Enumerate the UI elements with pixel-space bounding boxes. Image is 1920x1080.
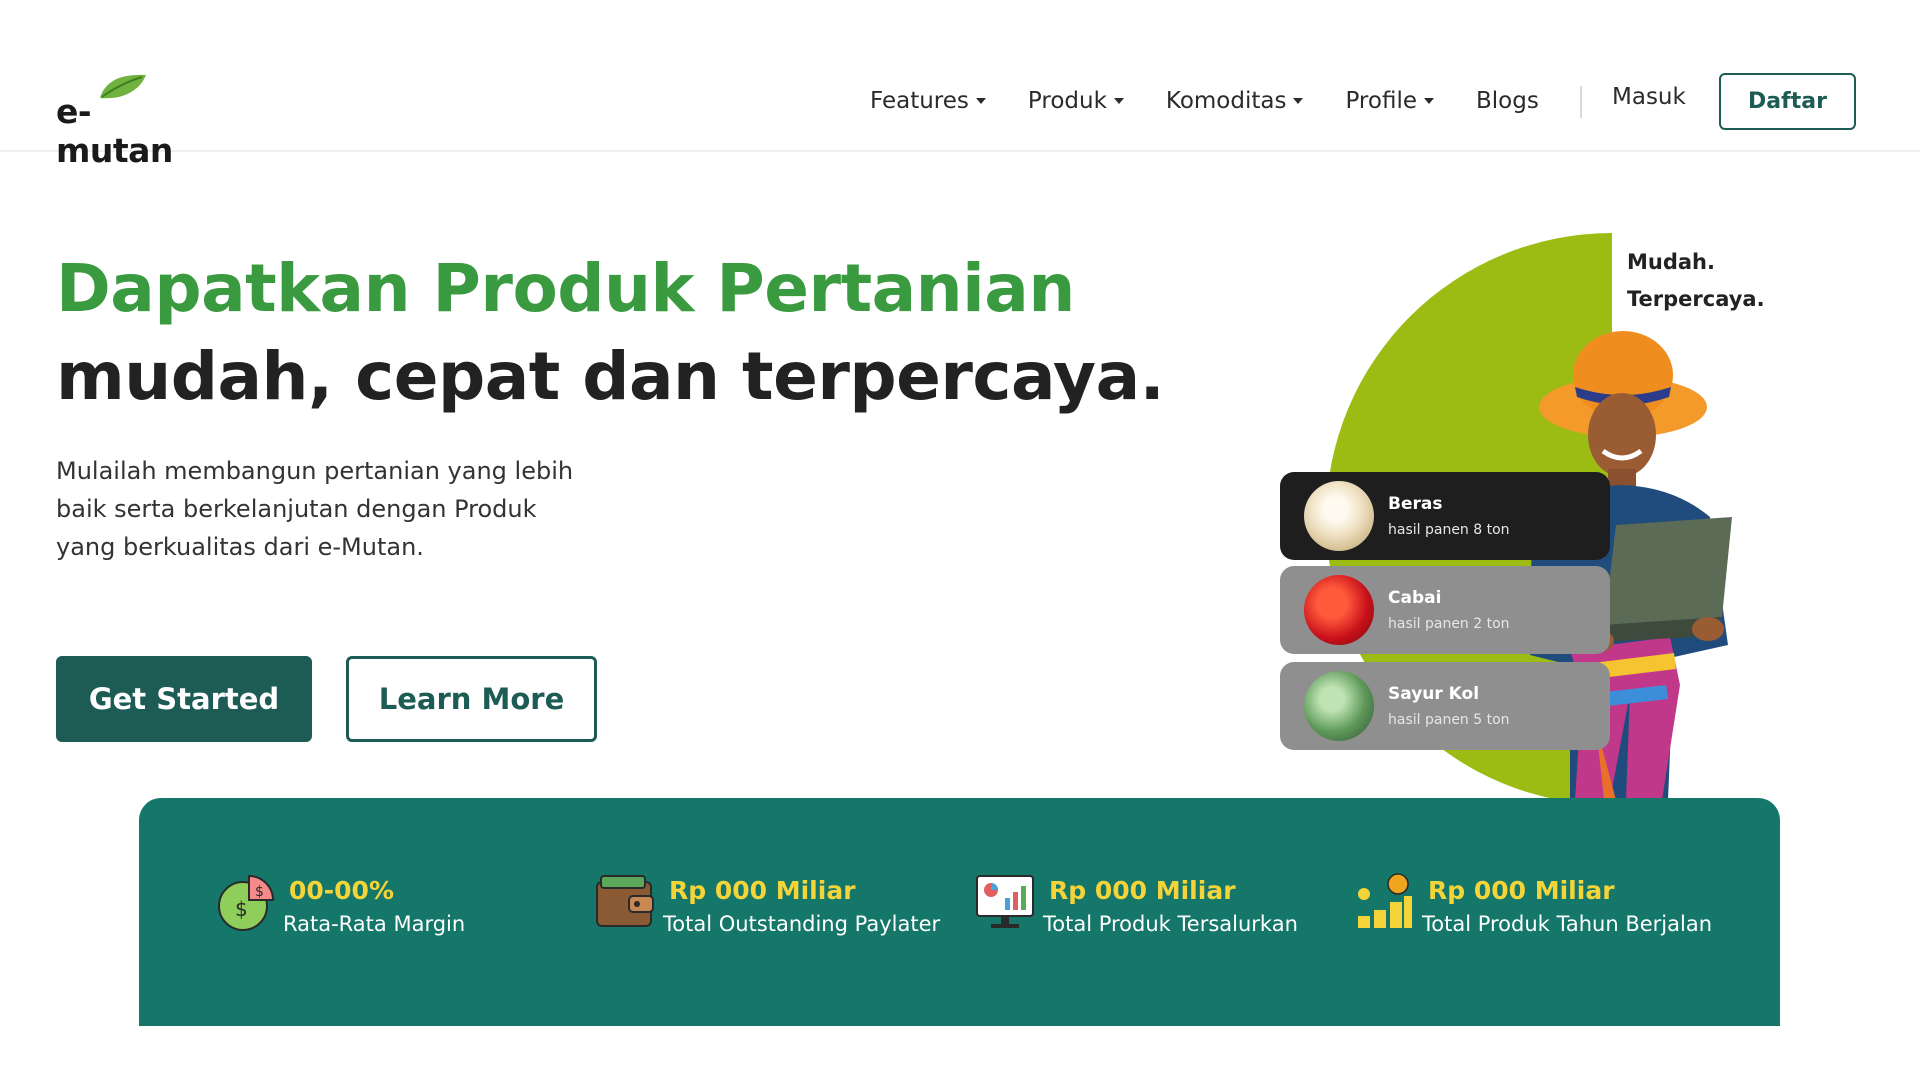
hero-tagline: Mudah. Terpercaya. xyxy=(1627,244,1765,318)
tagline-line: Terpercaya. xyxy=(1627,287,1765,311)
stat-label: Total Produk Tahun Berjalan xyxy=(1422,912,1713,936)
svg-text:$: $ xyxy=(235,897,248,921)
harvest-card-beras: Beras hasil panen 8 ton xyxy=(1280,472,1610,560)
nav-item-label: Komoditas xyxy=(1165,88,1287,114)
coin-stack-growth-icon xyxy=(1358,873,1412,928)
nav-item-label: Profile xyxy=(1345,88,1417,114)
caret-down-icon xyxy=(975,98,986,104)
hero-title: mudah, cepat dan terpercaya. xyxy=(56,338,1165,415)
nav-item-blogs[interactable]: Blogs xyxy=(1476,88,1539,114)
harvest-amount: hasil panen 2 ton xyxy=(1388,616,1510,632)
svg-text:$: $ xyxy=(255,884,264,900)
wallet-icon xyxy=(596,875,654,927)
main-nav: Features Produk Komoditas Profile Blogs xyxy=(870,80,1581,122)
cabbage-image xyxy=(1304,671,1374,741)
learn-more-button[interactable]: Learn More xyxy=(346,656,597,742)
stat-label: Rata-Rata Margin xyxy=(283,912,466,936)
chili-image xyxy=(1304,575,1374,645)
nav-item-profile[interactable]: Profile xyxy=(1345,88,1434,114)
stat-label: Total Outstanding Paylater xyxy=(663,912,941,936)
harvest-amount: hasil panen 5 ton xyxy=(1388,712,1510,728)
monitor-chart-icon xyxy=(976,875,1034,928)
login-link[interactable]: Masuk xyxy=(1612,84,1686,110)
stat-value: Rp 000 Miliar xyxy=(669,876,856,905)
nav-item-komoditas[interactable]: Komoditas xyxy=(1166,88,1304,114)
harvest-name: Sayur Kol xyxy=(1388,684,1480,704)
nav-item-label: Produk xyxy=(1027,88,1107,114)
harvest-name: Cabai xyxy=(1388,588,1442,608)
caret-down-icon xyxy=(1113,98,1124,104)
navbar: e-mutan Features Produk Komoditas Profil… xyxy=(0,0,1920,170)
stats-banner: $ $ 00-00% Rata-Rata Margin Rp 000 Milia… xyxy=(139,798,1780,1026)
harvest-amount: hasil panen 8 ton xyxy=(1388,522,1510,538)
register-button[interactable]: Daftar xyxy=(1719,73,1856,130)
stat-value: Rp 000 Miliar xyxy=(1049,876,1236,905)
money-pie-icon: $ $ xyxy=(218,874,275,931)
harvest-name: Beras xyxy=(1388,494,1443,514)
hero-description: Mulailah membangun pertanian yang lebih … xyxy=(56,457,574,561)
hero-title-highlight: Dapatkan Produk Pertanian xyxy=(56,250,1075,327)
caret-down-icon xyxy=(1293,98,1304,104)
nav-item-label: Features xyxy=(870,88,969,114)
tagline-line: Mudah. xyxy=(1627,250,1715,274)
logo[interactable]: e-mutan xyxy=(56,72,206,170)
get-started-button[interactable]: Get Started xyxy=(56,656,312,742)
harvest-card-sayur-kol: Sayur Kol hasil panen 5 ton xyxy=(1280,662,1610,750)
nav-item-produk[interactable]: Produk xyxy=(1028,88,1124,114)
nav-item-features[interactable]: Features xyxy=(870,88,986,114)
harvest-card-cabai: Cabai hasil panen 2 ton xyxy=(1280,566,1610,654)
stat-label: Total Produk Tersalurkan xyxy=(1043,912,1298,936)
caret-down-icon xyxy=(1423,98,1434,104)
rice-image xyxy=(1304,481,1374,551)
stat-value: Rp 000 Miliar xyxy=(1428,876,1615,905)
logo-text: e-mutan xyxy=(56,92,173,170)
nav-divider xyxy=(1580,86,1582,118)
stat-value: 00-00% xyxy=(289,876,395,905)
nav-item-label: Blogs xyxy=(1475,88,1539,114)
